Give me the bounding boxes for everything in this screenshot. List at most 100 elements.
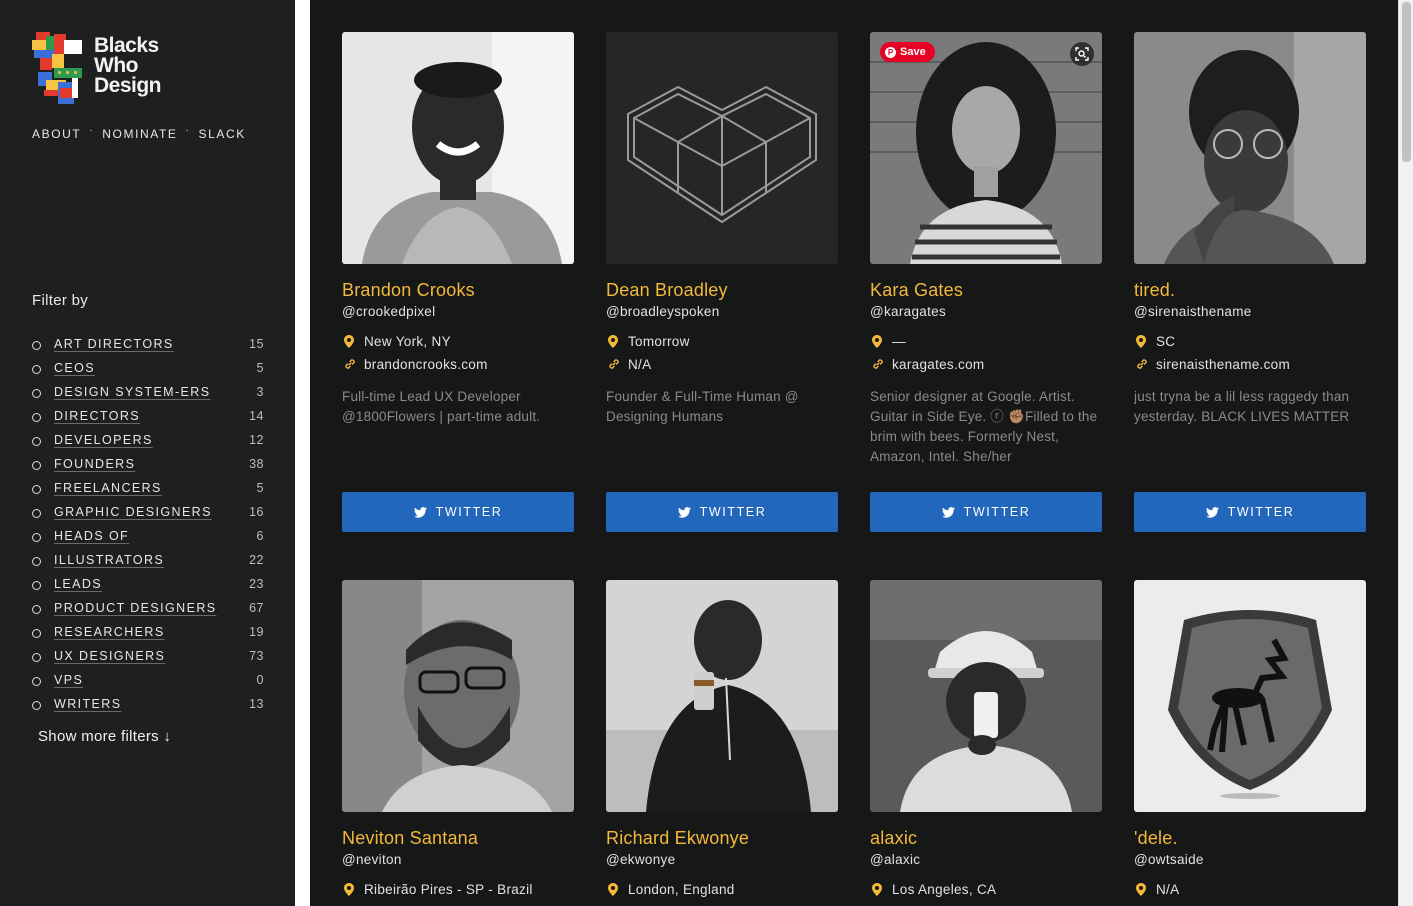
filter-label[interactable]: CEOS — [54, 361, 234, 375]
twitter-label: TWITTER — [435, 505, 503, 519]
designer-name[interactable]: Kara Gates — [870, 280, 1102, 302]
filter-ceos[interactable]: CEOS 5 — [32, 356, 264, 380]
filter-design-system-ers[interactable]: DESIGN SYSTEM-ERS 3 — [32, 380, 264, 404]
profile-photo[interactable] — [606, 580, 838, 812]
designer-website[interactable]: N/A — [606, 355, 838, 373]
profile-photo[interactable] — [1134, 580, 1366, 812]
filter-label[interactable]: FREELANCERS — [54, 481, 234, 495]
logo-wordmark: Blacks Who Design — [94, 35, 162, 96]
filter-art-directors[interactable]: ART DIRECTORS 15 — [32, 332, 264, 356]
filter-label[interactable]: WRITERS — [54, 697, 234, 711]
nav-nominate[interactable]: NOMINATE — [102, 127, 177, 141]
radio-icon[interactable] — [32, 557, 41, 566]
filter-count: 15 — [249, 337, 264, 351]
filter-leads[interactable]: LEADS 23 — [32, 572, 264, 596]
radio-icon[interactable] — [32, 485, 41, 494]
nav-about[interactable]: ABOUT — [32, 127, 81, 141]
link-icon — [608, 358, 622, 370]
designer-name[interactable]: Neviton Santana — [342, 828, 574, 850]
profile-photo[interactable]: P Save — [870, 32, 1102, 264]
show-more-filters-button[interactable]: Show more filters ↓ — [38, 728, 171, 745]
filter-label[interactable]: DEVELOPERS — [54, 433, 234, 447]
link-icon — [344, 358, 358, 370]
profile-photo[interactable] — [342, 580, 574, 812]
nav-slack[interactable]: SLACK — [198, 127, 245, 141]
filter-freelancers[interactable]: FREELANCERS 5 — [32, 476, 264, 500]
filter-illustrators[interactable]: ILLUSTRATORS 22 — [32, 548, 264, 572]
twitter-button[interactable]: TWITTER — [342, 492, 574, 532]
designer-website[interactable]: brandoncrooks.com — [342, 355, 574, 373]
filter-label[interactable]: DIRECTORS — [54, 409, 234, 423]
radio-icon[interactable] — [32, 461, 41, 470]
profile-photo[interactable] — [870, 580, 1102, 812]
designer-card: Neviton Santana @neviton Ribeirão Pires … — [342, 580, 574, 898]
radio-icon[interactable] — [32, 413, 41, 422]
radio-icon[interactable] — [32, 389, 41, 398]
radio-icon[interactable] — [32, 701, 41, 710]
designer-name[interactable]: Brandon Crooks — [342, 280, 574, 302]
designer-website[interactable]: karagates.com — [870, 355, 1102, 373]
filter-product-designers[interactable]: PRODUCT DESIGNERS 67 — [32, 596, 264, 620]
filter-graphic-designers[interactable]: GRAPHIC DESIGNERS 16 — [32, 500, 264, 524]
filter-count: 67 — [249, 601, 264, 615]
radio-icon[interactable] — [32, 509, 41, 518]
twitter-button[interactable]: TWITTER — [870, 492, 1102, 532]
radio-icon[interactable] — [32, 629, 41, 638]
filter-vps[interactable]: VPS 0 — [32, 668, 264, 692]
designer-name[interactable]: tired. — [1134, 280, 1366, 302]
filter-label[interactable]: HEADS OF — [54, 529, 234, 543]
radio-icon[interactable] — [32, 437, 41, 446]
radio-icon[interactable] — [32, 341, 41, 350]
designer-name[interactable]: Dean Broadley — [606, 280, 838, 302]
page-scrollbar[interactable] — [1398, 0, 1413, 906]
twitter-button[interactable]: TWITTER — [1134, 492, 1366, 532]
filter-developers[interactable]: DEVELOPERS 12 — [32, 428, 264, 452]
twitter-button[interactable]: TWITTER — [606, 492, 838, 532]
filter-directors[interactable]: DIRECTORS 14 — [32, 404, 264, 428]
pinterest-icon: P — [885, 46, 896, 58]
radio-icon[interactable] — [32, 581, 41, 590]
website-link[interactable]: N/A — [628, 357, 651, 372]
filter-label[interactable]: DESIGN SYSTEM-ERS — [54, 385, 234, 399]
filter-label[interactable]: RESEARCHERS — [54, 625, 234, 639]
designer-name[interactable]: 'dele. — [1134, 828, 1366, 850]
filter-researchers[interactable]: RESEARCHERS 19 — [32, 620, 264, 644]
map-pin-icon — [872, 882, 886, 896]
filter-writers[interactable]: WRITERS 13 — [32, 692, 264, 716]
radio-icon[interactable] — [32, 677, 41, 686]
designer-card: tired. @sirenaisthename SC sirenaisthena… — [1134, 32, 1366, 532]
filter-label[interactable]: ART DIRECTORS — [54, 337, 234, 351]
filter-label[interactable]: LEADS — [54, 577, 234, 591]
designer-name[interactable]: alaxic — [870, 828, 1102, 850]
designer-location: SC — [1134, 332, 1366, 350]
radio-icon[interactable] — [32, 605, 41, 614]
filter-label[interactable]: ILLUSTRATORS — [54, 553, 234, 567]
website-link[interactable]: brandoncrooks.com — [364, 357, 488, 372]
filter-label[interactable]: VPS — [54, 673, 234, 687]
website-link[interactable]: karagates.com — [892, 357, 984, 372]
site-logo[interactable]: Blacks Who Design — [32, 32, 162, 104]
visual-search-icon[interactable] — [1070, 42, 1094, 66]
designer-name[interactable]: Richard Ekwonye — [606, 828, 838, 850]
website-link[interactable]: sirenaisthename.com — [1156, 357, 1290, 372]
profile-photo[interactable] — [1134, 32, 1366, 264]
filter-heads-of[interactable]: HEADS OF 6 — [32, 524, 264, 548]
filter-label[interactable]: PRODUCT DESIGNERS — [54, 601, 234, 615]
filter-label[interactable]: GRAPHIC DESIGNERS — [54, 505, 234, 519]
scrollbar-thumb[interactable] — [1402, 2, 1411, 162]
filter-founders[interactable]: FOUNDERS 38 — [32, 452, 264, 476]
radio-icon[interactable] — [32, 533, 41, 542]
twitter-icon — [677, 506, 691, 518]
filter-label[interactable]: UX DESIGNERS — [54, 649, 234, 663]
location-text: N/A — [1156, 881, 1180, 897]
twitter-label: TWITTER — [963, 505, 1031, 519]
filter-label[interactable]: FOUNDERS — [54, 457, 234, 471]
radio-icon[interactable] — [32, 653, 41, 662]
profile-photo[interactable] — [606, 32, 838, 264]
designer-handle: @broadleyspoken — [606, 304, 720, 319]
radio-icon[interactable] — [32, 365, 41, 374]
designer-website[interactable]: sirenaisthename.com — [1134, 355, 1366, 373]
filter-ux-designers[interactable]: UX DESIGNERS 73 — [32, 644, 264, 668]
profile-photo[interactable] — [342, 32, 574, 264]
pinterest-save-button[interactable]: P Save — [880, 42, 935, 62]
